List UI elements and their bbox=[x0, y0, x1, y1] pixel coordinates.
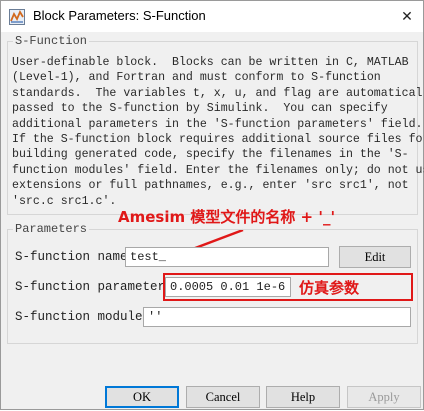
title-bar: Block Parameters: S-Function ✕ bbox=[1, 1, 423, 32]
sfunction-modules-label: S-function modules: bbox=[15, 310, 158, 324]
close-button[interactable]: ✕ bbox=[391, 1, 423, 32]
params-annotation: 仿真参数 bbox=[299, 279, 360, 297]
sfunction-modules-input[interactable]: '' bbox=[143, 307, 411, 327]
parameters-group-label: Parameters bbox=[13, 222, 90, 236]
sfunction-parameters-label: S-function parameters: bbox=[15, 280, 181, 294]
sfunction-parameters-input[interactable]: 0.0005 0.01 1e-6 bbox=[165, 277, 291, 297]
name-annotation: Amesim 模型文件的名称 + '_' bbox=[118, 208, 336, 226]
sfunction-name-label: S-function name: bbox=[15, 250, 136, 264]
sfunction-group-label: S-Function bbox=[13, 34, 90, 48]
window-title: Block Parameters: S-Function bbox=[33, 8, 206, 23]
sfunction-description: User-definable block. Blocks can be writ… bbox=[12, 56, 424, 208]
apply-button[interactable]: Apply bbox=[347, 386, 421, 408]
ok-button[interactable]: OK bbox=[105, 386, 179, 408]
edit-button[interactable]: Edit bbox=[339, 246, 411, 268]
simulink-block-icon bbox=[9, 9, 25, 25]
close-icon: ✕ bbox=[401, 8, 413, 25]
sfunction-name-input[interactable]: test_ bbox=[125, 247, 329, 267]
cancel-button[interactable]: Cancel bbox=[186, 386, 260, 408]
help-button[interactable]: Help bbox=[266, 386, 340, 408]
dialog-window: Block Parameters: S-Function ✕ S-Functio… bbox=[0, 0, 424, 410]
